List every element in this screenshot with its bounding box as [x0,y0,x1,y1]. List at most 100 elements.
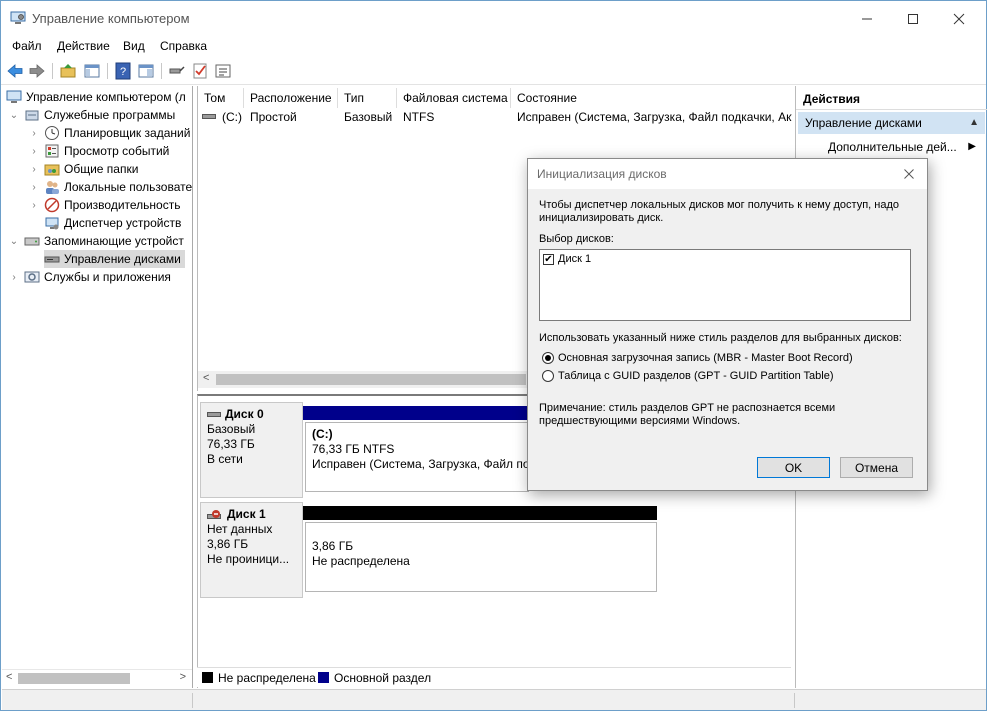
close-button[interactable] [936,1,982,36]
shared-folder-icon [44,164,60,176]
disk-1-checkbox[interactable]: ✔ [543,254,554,265]
legend-label-primary: Основной раздел [334,671,432,685]
connect-disk-icon[interactable] [168,62,186,80]
tree-item-performance[interactable]: › Производительность [28,196,180,214]
svg-text:?: ? [120,66,126,78]
column-header-status[interactable]: Состояние [511,88,792,108]
properties-pane-icon[interactable] [137,62,155,80]
dialog-intro-line-2: инициализировать диск. [539,212,664,224]
column-header-filesystem[interactable]: Файловая система [397,88,511,108]
column-header-type[interactable]: Тип [338,88,397,108]
partition-c[interactable]: (C:) 76,33 ГБ NTFS Исправен (Система, За… [305,422,529,492]
checklist-icon[interactable] [191,62,209,80]
disk-0-info[interactable]: Диск 0 Базовый 76,33 ГБ В сети [200,402,303,498]
scrollbar-thumb[interactable] [18,673,130,684]
scroll-left-icon[interactable]: < [203,372,209,384]
dialog-title: Инициализация дисков [537,167,667,181]
disk-1-size: 3,86 ГБ [207,537,249,551]
actions-section-disk-management[interactable]: Управление дисками ▲ [798,112,985,134]
disk-error-icon [207,509,221,519]
users-icon [46,181,59,194]
select-disks-label: Выбор дисков: [539,233,614,245]
column-header-location[interactable]: Расположение [244,88,338,108]
tree-item-label: Просмотр событий [64,144,170,158]
back-arrow-icon[interactable] [6,62,24,80]
tree-item-shared-folders[interactable]: › Общие папки [28,160,138,178]
disk-1-info[interactable]: Диск 1 Нет данных 3,86 ГБ Не проиници... [200,502,303,598]
chevron-right-icon[interactable]: › [8,272,20,283]
partition-style-label: Использовать указанный ниже стиль раздел… [539,332,902,344]
scroll-left-icon[interactable]: < [6,671,12,683]
tree-root[interactable]: Управление компьютером (л [6,88,186,106]
chevron-down-icon[interactable]: ⌄ [8,236,20,247]
performance-icon [44,197,60,213]
menu-bar: Файл Действие Вид Справка [1,36,986,57]
chevron-right-icon[interactable]: › [28,200,40,211]
disk-name-label: Диск 0 [225,407,264,421]
tree-item-local-users[interactable]: › Локальные пользовате [28,178,192,196]
table-row[interactable]: (C:) Простой Базовый NTFS Исправен (Сист… [198,108,792,126]
title-bar[interactable]: Управление компьютером [1,1,986,36]
chevron-right-icon[interactable]: › [28,182,40,193]
tree-item-label: Производительность [64,198,181,212]
legend-swatch-unallocated [202,672,213,683]
tree-item-label: Служебные программы [44,108,176,122]
tools-icon [25,110,39,121]
disk-0-size: 76,33 ГБ [207,437,255,451]
tree-item-label: Диспетчер устройств [64,216,182,230]
menu-action[interactable]: Действие [57,39,110,53]
mbr-radio[interactable] [542,352,554,364]
primary-partition-bar [303,406,529,420]
tree-item-disk-management[interactable]: Управление дисками [44,250,185,268]
tree-item-utilities[interactable]: ⌄ Служебные программы [8,106,175,124]
cancel-button[interactable]: Отмена [840,457,913,478]
scroll-right-icon[interactable]: > [180,671,186,683]
menu-view[interactable]: Вид [123,39,145,53]
mbr-radio-label[interactable]: Основная загрузочная запись (MBR - Maste… [558,352,853,365]
ok-button[interactable]: OK [757,457,830,478]
list-item[interactable]: ✔ Диск 1 [540,250,910,268]
tree-item-event-viewer[interactable]: › Просмотр событий [28,142,169,160]
chevron-right-icon[interactable]: › [28,128,40,139]
submenu-arrow-icon[interactable]: ▶ [968,138,976,156]
show-hide-tree-icon[interactable] [83,62,101,80]
properties-icon[interactable] [214,62,232,80]
gpt-note-line-1: Примечание: стиль разделов GPT не распоз… [539,402,836,414]
gpt-radio-label[interactable]: Таблица с GUID разделов (GPT - GUID Part… [558,370,834,383]
window-title: Управление компьютером [32,11,190,26]
chevron-right-icon[interactable]: › [28,146,40,157]
disk-selection-list[interactable]: ✔ Диск 1 [539,249,911,321]
chevron-right-icon[interactable]: › [28,164,40,175]
disk-0-name: Диск 0 [207,407,296,422]
status-separator [794,693,795,708]
menu-file[interactable]: Файл [12,39,42,53]
scrollbar-thumb[interactable] [216,374,526,385]
toolbar-separator [107,63,108,79]
up-folder-icon[interactable] [59,62,77,80]
dialog-title-bar[interactable]: Инициализация дисков [528,159,927,189]
forward-arrow-icon[interactable] [28,62,46,80]
tree-horizontal-scrollbar[interactable]: < > [2,669,192,686]
event-viewer-icon [45,144,59,158]
tree-item-services[interactable]: › Службы и приложения [8,268,171,286]
menu-help[interactable]: Справка [160,39,207,53]
disk-management-icon [44,256,60,263]
unallocated-bar [303,506,657,520]
help-icon[interactable]: ? [114,62,132,80]
more-actions[interactable]: Дополнительные дей... [828,138,957,156]
cell-filesystem: NTFS [403,110,435,124]
dialog-close-button[interactable] [899,164,919,184]
disk-0-kind: Базовый [207,422,256,436]
tree-item-device-manager[interactable]: Диспетчер устройств [44,214,181,232]
partition-size: 3,86 ГБ [312,539,354,553]
gpt-radio[interactable] [542,370,554,382]
maximize-button[interactable] [890,1,936,36]
unallocated-partition[interactable]: 3,86 ГБ Не распределена [305,522,657,592]
tree-item-storage[interactable]: ⌄ Запоминающие устройст [8,232,184,250]
computer-management-window: Управление компьютером Файл Действие Вид… [0,0,987,711]
column-header-volume[interactable]: Том [198,88,244,108]
minimize-button[interactable] [844,1,890,36]
collapse-up-icon[interactable]: ▲ [969,112,979,134]
tree-item-task-scheduler[interactable]: › Планировщик заданий [28,124,190,142]
chevron-down-icon[interactable]: ⌄ [8,110,20,121]
